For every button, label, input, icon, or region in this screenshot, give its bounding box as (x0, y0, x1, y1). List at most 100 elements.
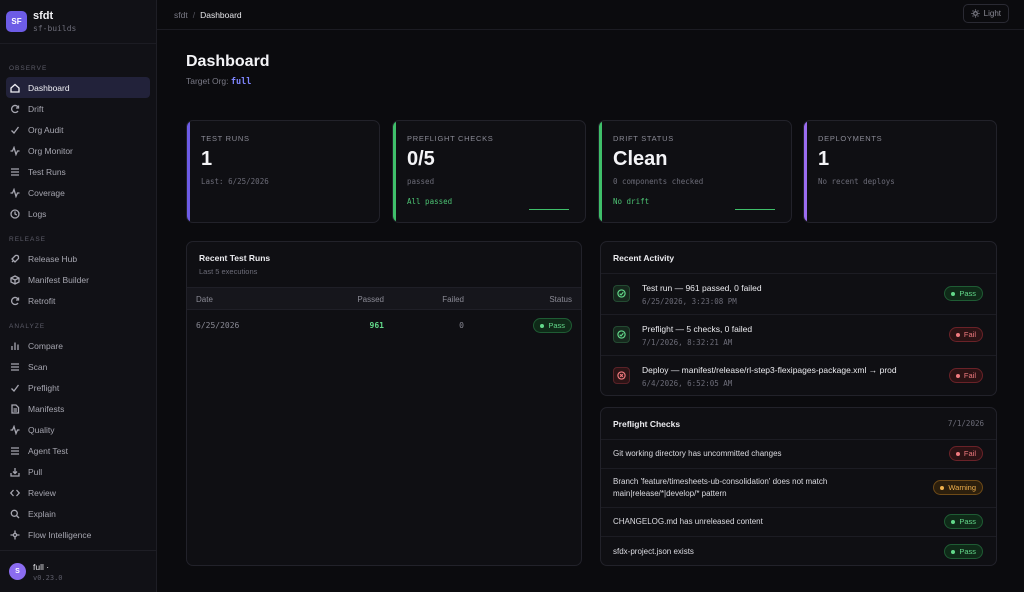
brand[interactable]: SF sfdt sf-builds (0, 0, 156, 44)
sidebar-item-review[interactable]: Review (6, 482, 150, 503)
activity-item[interactable]: Preflight — 5 checks, 0 failed 7/1/2026,… (601, 314, 996, 355)
sidebar-item-org-audit[interactable]: Org Audit (6, 119, 150, 140)
card-accent (393, 121, 396, 222)
panel-subtitle: Last 5 executions (199, 267, 258, 276)
sidebar-item-label: Flow Intelligence (28, 529, 92, 540)
search-icon (10, 509, 20, 519)
card-sparkline (735, 209, 775, 210)
preflight-text: Branch 'feature/timesheets-ub-consolidat… (613, 477, 828, 498)
sidebar-item-label: Agent Test (28, 445, 69, 456)
sidebar-footer[interactable]: S full · v0.23.0 (0, 550, 157, 592)
recent-activity-panel: Recent Activity Test run — 961 passed, 0… (600, 241, 997, 396)
activity-item[interactable]: Test run — 961 passed, 0 failed 6/25/202… (601, 273, 996, 314)
sidebar-item-coverage[interactable]: Coverage (6, 182, 150, 203)
list-icon (10, 446, 20, 456)
sidebar-item-pull[interactable]: Pull (6, 461, 150, 482)
sidebar-item-agent-test[interactable]: Agent Test (6, 440, 150, 461)
sidebar-item-label: Manifest Builder (28, 274, 89, 285)
column-header-passed[interactable]: Passed (357, 295, 384, 304)
sidebar-item-label: Org Audit (28, 124, 64, 135)
file-icon (10, 403, 20, 414)
sun-icon (971, 9, 980, 18)
card-accent (599, 121, 602, 222)
card-test-runs[interactable]: TEST RUNS 1 Last: 6/25/2026 (186, 120, 380, 223)
activity-time: 6/4/2026, 6:52:05 AM (642, 379, 733, 388)
sidebar-item-compare[interactable]: Compare (6, 335, 150, 356)
top-bar: sfdt / Dashboard Light (157, 0, 1024, 30)
card-sub: passed (407, 177, 435, 186)
card-value: Clean (613, 148, 668, 170)
sidebar-item-explain[interactable]: Explain (6, 503, 150, 524)
brand-subtitle: sf-builds (33, 24, 77, 33)
activity-title: Deploy — manifest/release/rl-step3-flexi… (642, 365, 897, 375)
preflight-text: Git working directory has uncommitted ch… (613, 449, 782, 458)
sidebar-item-label: Compare (28, 340, 63, 351)
breadcrumb-root[interactable]: sfdt (174, 10, 188, 20)
card-label: DEPLOYMENTS (818, 134, 883, 143)
card-label: DRIFT STATUS (613, 134, 674, 143)
preflight-item[interactable]: sfdx-project.json exists Pass (601, 536, 996, 565)
sidebar-item-label: Preflight (28, 382, 60, 393)
sidebar-item-test-runs[interactable]: Test Runs (6, 161, 150, 182)
sidebar-item-flow-intelligence[interactable]: Flow Intelligence (6, 524, 150, 545)
status-badge: Pass (533, 318, 572, 333)
column-header-failed[interactable]: Failed (442, 295, 464, 304)
sidebar-item-dashboard[interactable]: Dashboard (6, 77, 150, 98)
sidebar-item-logs[interactable]: Logs (6, 203, 150, 224)
sidebar-item-label: Retrofit (28, 295, 56, 306)
bar-chart-icon (10, 341, 20, 351)
nav-section-analyze: ANALYZE (9, 323, 46, 330)
recent-test-runs-panel: Recent Test Runs Last 5 executions Date … (186, 241, 582, 566)
sidebar-item-manifest-builder[interactable]: Manifest Builder (6, 269, 150, 290)
column-header-status[interactable]: Status (549, 295, 572, 304)
card-preflight-checks[interactable]: PREFLIGHT CHECKS 0/5 passed All passed (392, 120, 586, 223)
activity-title: Preflight — 5 checks, 0 failed (642, 324, 753, 334)
sidebar-item-quality[interactable]: Quality (6, 419, 150, 440)
panel-title: Recent Activity (613, 253, 675, 263)
card-drift-status[interactable]: DRIFT STATUS Clean 0 components checked … (598, 120, 792, 223)
activity-time: 7/1/2026, 8:32:21 AM (642, 338, 733, 347)
sidebar-item-label: Logs (28, 208, 47, 219)
theme-toggle-button[interactable]: Light (962, 4, 1009, 23)
target-org: Target Org: full (186, 76, 251, 87)
sidebar-item-label: Review (28, 487, 56, 498)
card-deployments[interactable]: DEPLOYMENTS 1 No recent deploys (803, 120, 997, 223)
preflight-item[interactable]: CHANGELOG.md has unreleased content Pass (601, 507, 996, 536)
card-accent (804, 121, 807, 222)
sidebar-item-org-monitor[interactable]: Org Monitor (6, 140, 150, 161)
sidebar-item-scan[interactable]: Scan (6, 356, 150, 377)
refresh-icon (10, 104, 20, 114)
status-badge: Fail (948, 446, 983, 461)
cell-passed: 961 (369, 321, 384, 330)
status-badge: Warning (933, 480, 983, 495)
check-circle-icon (613, 285, 630, 302)
card-label: PREFLIGHT CHECKS (407, 134, 494, 143)
sidebar-item-drift[interactable]: Drift (6, 98, 150, 119)
preflight-date: 7/1/2026 (947, 419, 984, 428)
activity-time: 6/25/2026, 3:23:08 PM (642, 297, 737, 306)
card-sub: No recent deploys (818, 177, 895, 186)
sidebar-item-preflight[interactable]: Preflight (6, 377, 150, 398)
column-header-date[interactable]: Date (196, 295, 213, 304)
list-icon (10, 167, 20, 177)
card-label: TEST RUNS (201, 134, 250, 143)
preflight-item[interactable]: Git working directory has uncommitted ch… (601, 439, 996, 468)
nav-group-observe: Dashboard Drift Org Audit Org Monitor Te… (0, 77, 156, 224)
page-title: Dashboard (186, 53, 270, 70)
sidebar-item-label: Dashboard (28, 82, 70, 93)
panel-title: Preflight Checks (613, 419, 681, 429)
preflight-text: CHANGELOG.md has unreleased content (613, 517, 763, 526)
card-sub: 0 components checked (613, 177, 704, 186)
sidebar-item-retrofit[interactable]: Retrofit (6, 290, 150, 311)
preflight-item[interactable]: Branch 'feature/timesheets-ub-consolidat… (601, 468, 996, 507)
sidebar-item-label: Test Runs (28, 166, 66, 177)
sidebar: SF sfdt sf-builds OBSERVE Dashboard Drif… (0, 0, 157, 592)
x-circle-icon (613, 367, 630, 384)
sidebar-item-label: Release Hub (28, 253, 78, 264)
sidebar-item-manifests[interactable]: Manifests (6, 398, 150, 419)
app-version: v0.23.0 (33, 573, 63, 582)
activity-item[interactable]: Deploy — manifest/release/rl-step3-flexi… (601, 355, 996, 395)
sidebar-item-release-hub[interactable]: Release Hub (6, 248, 150, 269)
nav-group-analyze: Compare Scan Preflight Manifests Quality… (0, 335, 156, 545)
card-value: 1 (818, 148, 830, 170)
